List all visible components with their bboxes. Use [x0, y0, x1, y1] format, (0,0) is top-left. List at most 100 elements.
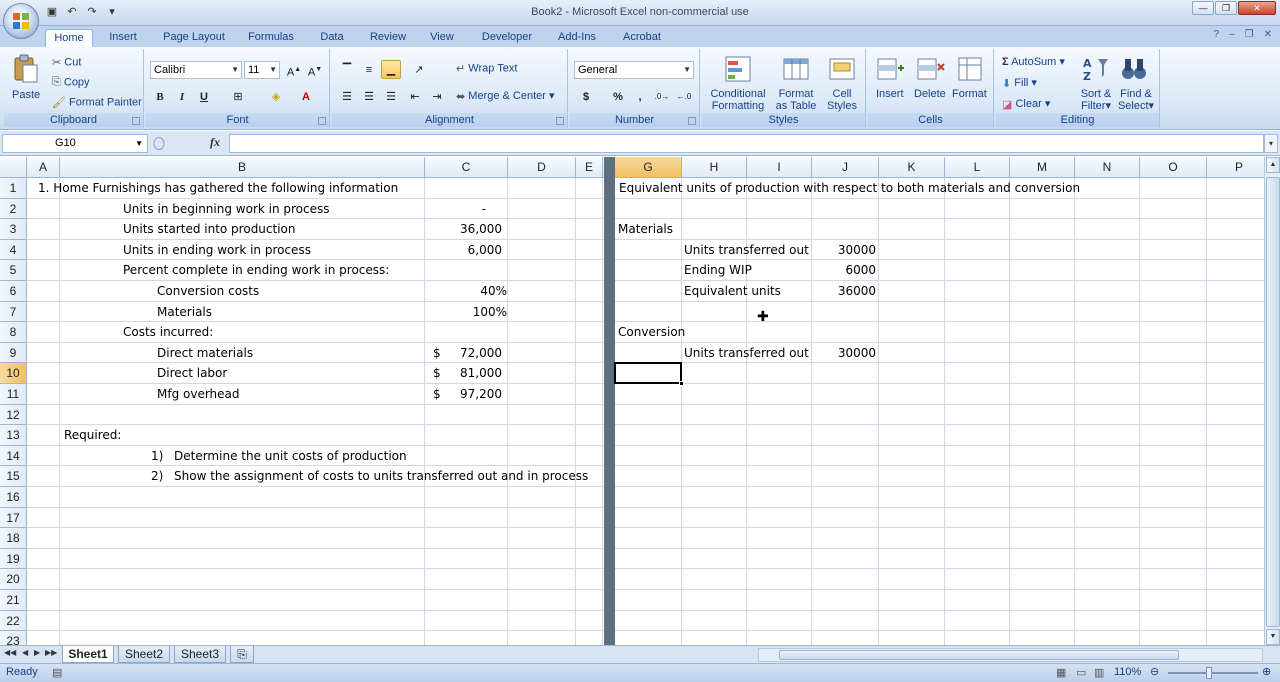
- column-header-b[interactable]: B: [60, 157, 425, 178]
- expand-formula-bar-icon[interactable]: ▾: [1264, 134, 1278, 153]
- cell-j9[interactable]: 30000: [812, 343, 876, 363]
- row-header[interactable]: 6: [0, 281, 27, 302]
- insert-cells-icon[interactable]: [874, 53, 906, 85]
- align-right-icon[interactable]: ☰: [381, 87, 401, 106]
- cell-b6[interactable]: Conversion costs: [157, 281, 259, 301]
- align-left-icon[interactable]: ☰: [337, 87, 357, 106]
- align-bottom-icon[interactable]: ▁: [381, 60, 401, 79]
- column-header-j[interactable]: J: [812, 157, 879, 178]
- worksheet-grid[interactable]: ABCDEFGHIJKLMNOP123456789101112131415161…: [0, 157, 1264, 645]
- row-header[interactable]: 4: [0, 239, 27, 261]
- sheet-tab-sheet2[interactable]: Sheet2: [118, 646, 170, 663]
- tab-insert[interactable]: Insert: [100, 29, 146, 47]
- cell-a13[interactable]: Required:: [64, 425, 121, 445]
- shrink-font-button[interactable]: A▼: [305, 60, 325, 79]
- column-header-n[interactable]: N: [1075, 157, 1140, 178]
- tab-view[interactable]: View: [421, 29, 463, 47]
- cell-j5[interactable]: 6000: [812, 260, 876, 280]
- fill-color-icon[interactable]: ◈: [266, 87, 286, 106]
- cell-b3[interactable]: Units started into production: [123, 219, 296, 239]
- cell-styles-icon[interactable]: [826, 53, 858, 85]
- cell-c6[interactable]: 40%: [430, 281, 507, 301]
- fill-button[interactable]: ⬇ Fill ▾: [1002, 76, 1037, 90]
- cell-g8[interactable]: Conversion: [618, 322, 685, 342]
- scroll-up-icon[interactable]: ▲: [1266, 157, 1280, 173]
- cell-c4[interactable]: 6,000: [430, 240, 502, 260]
- cell-b9[interactable]: Direct materials: [157, 343, 253, 363]
- percent-button[interactable]: %: [608, 87, 628, 106]
- row-header[interactable]: 22: [0, 610, 27, 632]
- zoom-slider[interactable]: [1168, 672, 1258, 674]
- row-header[interactable]: 14: [0, 445, 27, 467]
- merge-center-button[interactable]: ⬌ Merge & Center ▾: [456, 89, 555, 103]
- cell-c2[interactable]: -: [430, 199, 486, 219]
- help-icon[interactable]: ?: [1214, 29, 1220, 40]
- tab-page-layout[interactable]: Page Layout: [155, 29, 233, 47]
- row-header[interactable]: 15: [0, 466, 27, 487]
- page-layout-view-icon[interactable]: ▭: [1076, 666, 1086, 679]
- scroll-down-icon[interactable]: ▼: [1266, 629, 1280, 645]
- find-select-button[interactable]: Find & Select▾: [1116, 88, 1156, 112]
- paste-button[interactable]: Paste: [12, 89, 40, 101]
- insert-button[interactable]: Insert: [876, 88, 904, 100]
- row-header[interactable]: 18: [0, 528, 27, 549]
- first-sheet-icon[interactable]: ◀◀: [4, 648, 16, 657]
- row-header[interactable]: 12: [0, 404, 27, 426]
- cell-b15[interactable]: Show the assignment of costs to units tr…: [174, 466, 588, 486]
- cell-h5[interactable]: Ending WIP: [684, 260, 752, 280]
- align-middle-icon[interactable]: ≡: [359, 60, 379, 79]
- cell-b7[interactable]: Materials: [157, 302, 212, 322]
- sort-filter-icon[interactable]: A Z: [1080, 53, 1112, 85]
- increase-indent-icon[interactable]: ⇥: [427, 87, 447, 106]
- vertical-scrollbar[interactable]: ▲ ▼: [1264, 157, 1280, 645]
- column-header-h[interactable]: H: [682, 157, 747, 178]
- underline-button[interactable]: U: [194, 87, 214, 106]
- orientation-icon[interactable]: ↗: [409, 60, 429, 79]
- align-top-icon[interactable]: ▔: [337, 60, 357, 79]
- font-launcher-icon[interactable]: [318, 117, 326, 125]
- cut-button[interactable]: ✂ Cut: [52, 56, 81, 69]
- binoculars-icon[interactable]: [1118, 53, 1150, 85]
- row-header[interactable]: 8: [0, 322, 27, 343]
- tab-add-ins[interactable]: Add-Ins: [551, 29, 603, 47]
- freeze-pane-splitter[interactable]: [604, 157, 615, 645]
- row-header[interactable]: 5: [0, 260, 27, 281]
- delete-button[interactable]: Delete: [914, 88, 946, 100]
- cell-h9[interactable]: Units transferred out: [684, 343, 809, 363]
- column-header-i[interactable]: I: [747, 157, 812, 178]
- vertical-scroll-thumb[interactable]: [1266, 177, 1280, 627]
- column-header-e[interactable]: E: [576, 157, 603, 178]
- row-header[interactable]: 13: [0, 425, 27, 446]
- cell-c10[interactable]: 81,000: [440, 363, 502, 383]
- horizontal-scrollbar[interactable]: [758, 648, 1263, 662]
- number-launcher-icon[interactable]: [688, 117, 696, 125]
- currency-button[interactable]: $: [576, 87, 596, 106]
- italic-button[interactable]: I: [172, 87, 192, 106]
- cell-h6[interactable]: Equivalent units: [684, 281, 781, 301]
- cell-b8[interactable]: Costs incurred:: [123, 322, 213, 342]
- column-header-m[interactable]: M: [1010, 157, 1075, 178]
- sheet-tab-sheet3[interactable]: Sheet3: [174, 646, 226, 663]
- zoom-slider-thumb[interactable]: [1206, 667, 1212, 679]
- row-header[interactable]: 1: [0, 178, 27, 199]
- row-header[interactable]: 23: [0, 631, 27, 645]
- number-format-combo[interactable]: General ▼: [574, 61, 694, 79]
- cell-h4[interactable]: Units transferred out: [684, 240, 809, 260]
- column-header-d[interactable]: D: [508, 157, 576, 178]
- font-name-combo[interactable]: Calibri ▼: [150, 61, 242, 79]
- row-header[interactable]: 16: [0, 487, 27, 508]
- align-center-icon[interactable]: ☰: [359, 87, 379, 106]
- cell-g3[interactable]: Materials: [618, 219, 673, 239]
- autosum-button[interactable]: Σ AutoSum ▾: [1002, 55, 1065, 68]
- delete-cells-icon[interactable]: [914, 53, 946, 85]
- row-header[interactable]: 11: [0, 384, 27, 405]
- row-header[interactable]: 3: [0, 219, 27, 240]
- column-header-k[interactable]: K: [879, 157, 945, 178]
- paste-icon[interactable]: [10, 53, 42, 85]
- column-header-l[interactable]: L: [945, 157, 1010, 178]
- row-header[interactable]: 2: [0, 198, 27, 220]
- column-header-c[interactable]: C: [425, 157, 508, 178]
- select-all-button[interactable]: [0, 157, 27, 178]
- wb-minimize-button[interactable]: –: [1229, 29, 1235, 40]
- formula-input[interactable]: [229, 134, 1264, 153]
